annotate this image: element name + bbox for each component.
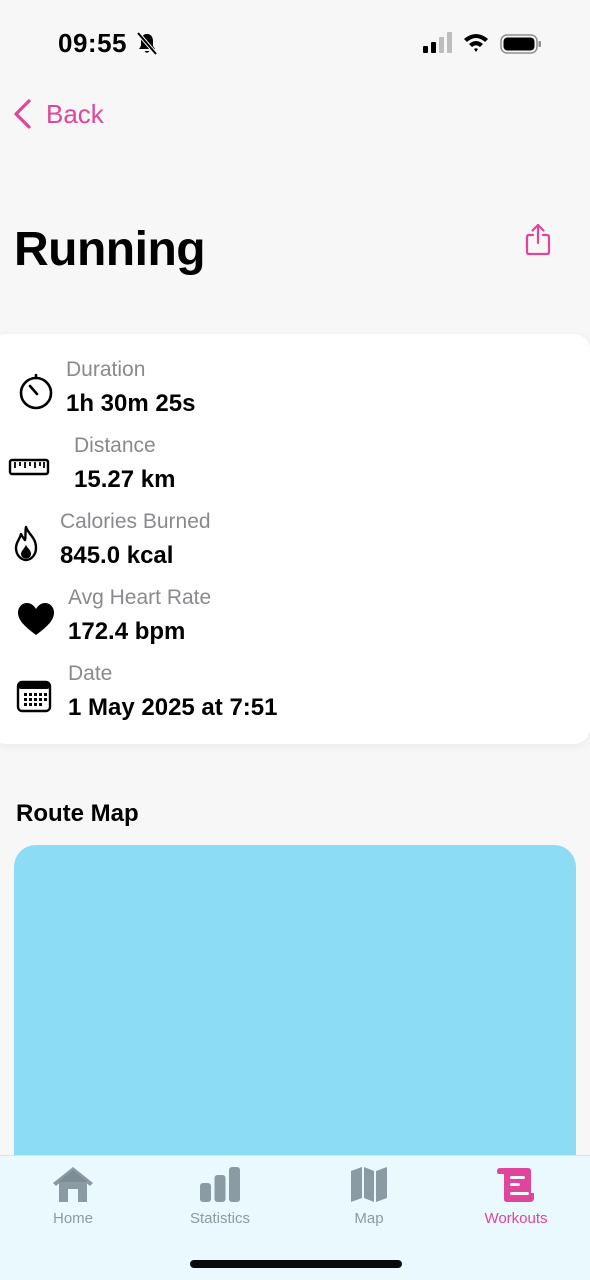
stat-row-duration: Duration 1h 30m 25s xyxy=(0,358,560,428)
calendar-icon xyxy=(16,680,52,713)
scroll-icon xyxy=(497,1168,534,1202)
tab-map[interactable]: Map xyxy=(309,1164,429,1234)
ruler-icon xyxy=(8,458,50,476)
flame-icon xyxy=(14,525,38,562)
chevron-left-icon xyxy=(14,99,31,129)
stat-row-date: Date 1 May 2025 at 7:51 xyxy=(0,662,560,732)
tab-label: Home xyxy=(52,1210,93,1227)
stat-row-heart-rate: Avg Heart Rate 172.4 bpm xyxy=(0,586,560,656)
route-map-title: Route Map xyxy=(16,800,139,827)
status-bar: 09:55 xyxy=(0,0,590,90)
stat-label: Calories Burned xyxy=(60,510,211,533)
stat-value: 845.0 kcal xyxy=(60,542,174,569)
stat-value: 1 May 2025 at 7:51 xyxy=(68,694,278,721)
cellular-signal-icon xyxy=(423,32,452,53)
stat-label: Duration xyxy=(66,358,146,381)
stat-label: Avg Heart Rate xyxy=(68,586,212,609)
battery-icon xyxy=(500,34,541,54)
map-icon xyxy=(351,1167,387,1202)
bar-chart-icon xyxy=(200,1167,240,1202)
stat-value: 172.4 bpm xyxy=(68,618,186,645)
tab-label: Map xyxy=(354,1210,384,1227)
stat-row-distance: Distance 15.27 km xyxy=(0,434,560,504)
page-title: Running xyxy=(14,223,206,276)
home-indicator xyxy=(190,1260,402,1268)
back-button[interactable]: Back xyxy=(12,96,104,132)
tab-statistics[interactable]: Statistics xyxy=(160,1164,280,1234)
tab-workouts[interactable]: Workouts xyxy=(456,1164,576,1234)
bell-muted-icon xyxy=(136,32,158,56)
stat-label: Date xyxy=(68,662,113,685)
stopwatch-icon xyxy=(19,373,53,410)
tab-home[interactable]: Home xyxy=(13,1164,133,1234)
stat-value: 15.27 km xyxy=(74,466,176,493)
share-icon[interactable] xyxy=(524,222,552,256)
heart-icon xyxy=(18,603,54,635)
house-icon xyxy=(53,1167,93,1202)
status-time: 09:55 xyxy=(58,28,127,58)
stat-label: Distance xyxy=(74,434,156,457)
route-map[interactable] xyxy=(14,845,576,1175)
stat-row-calories: Calories Burned 845.0 kcal xyxy=(0,510,560,580)
tab-label: Workouts xyxy=(484,1210,548,1227)
stat-value: 1h 30m 25s xyxy=(66,390,196,417)
tab-label: Statistics xyxy=(189,1210,250,1227)
workout-stats-card: Duration 1h 30m 25s Distance 15.27 km Ca… xyxy=(0,334,590,744)
wifi-icon xyxy=(464,34,488,52)
back-label: Back xyxy=(46,98,104,129)
workout-detail-screen: 09:55 Back Running Duration 1h 30m 25s D… xyxy=(0,0,590,1280)
